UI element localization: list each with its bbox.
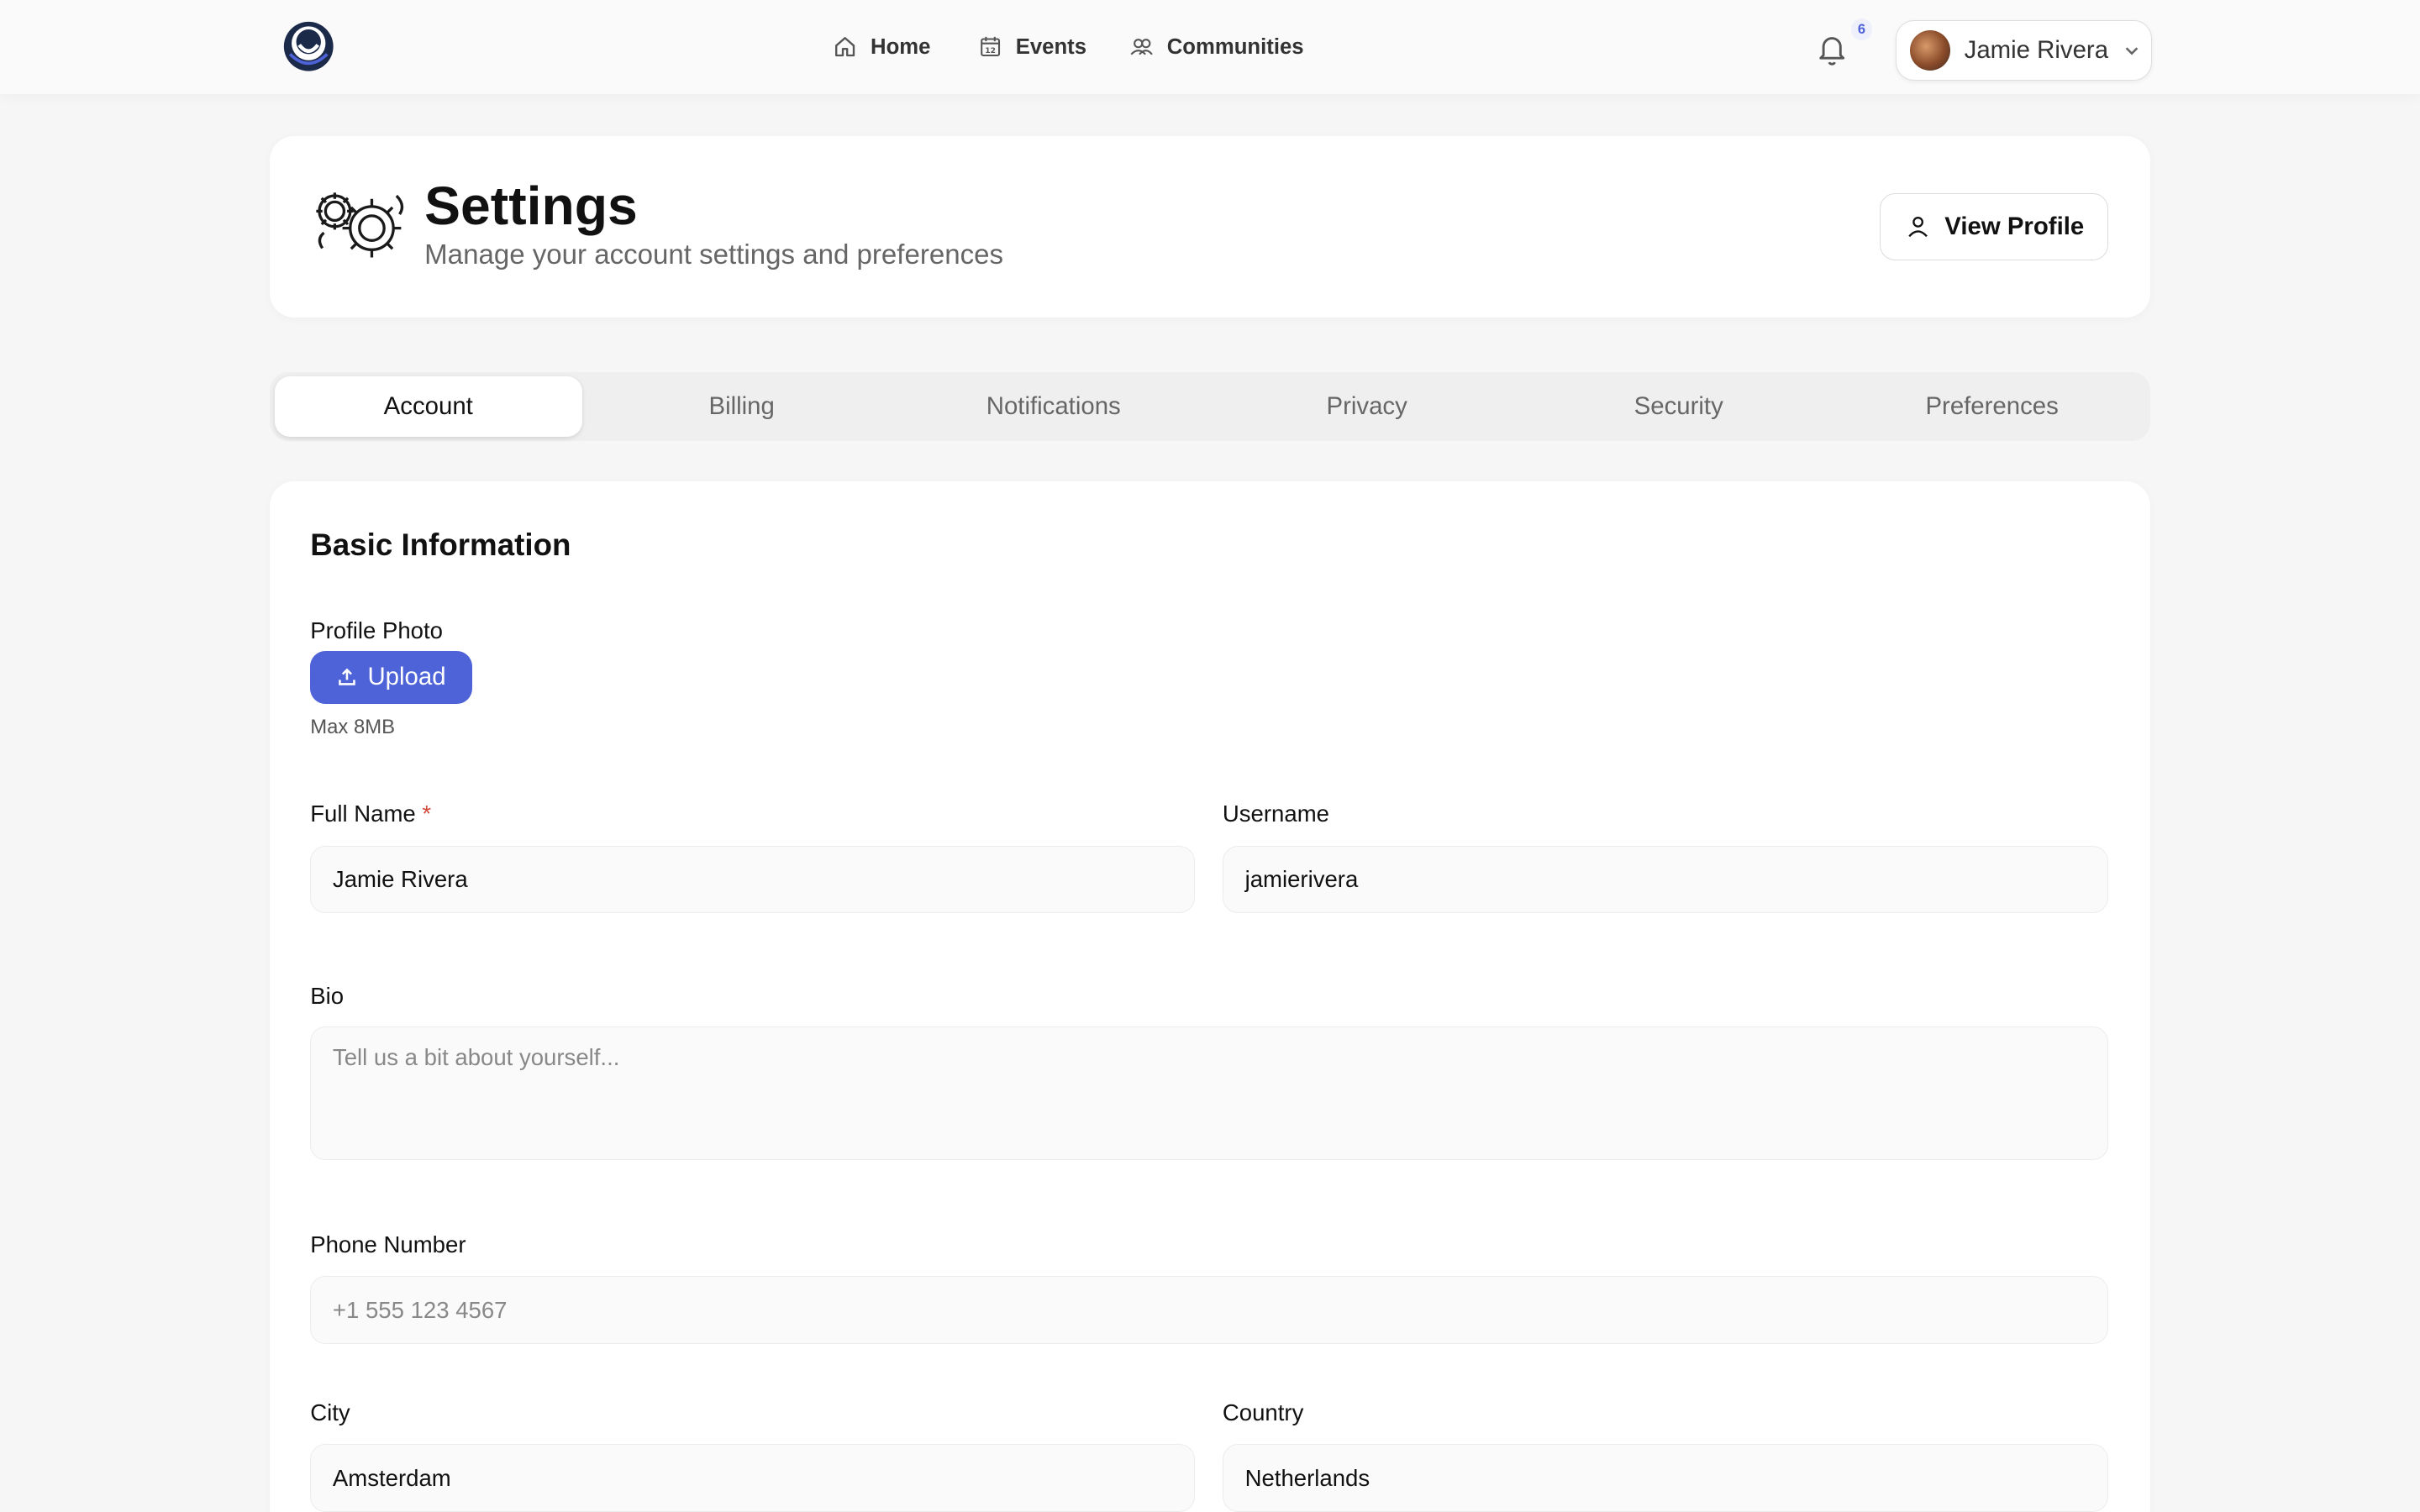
upload-hint: Max 8MB: [310, 716, 396, 739]
username-label: Username: [1222, 801, 1329, 827]
app-logo[interactable]: [282, 20, 334, 72]
nav-communities-label: Communities: [1166, 34, 1304, 59]
tab-account[interactable]: Account: [274, 376, 582, 437]
nav-home-link[interactable]: Home: [832, 0, 930, 94]
country-input[interactable]: Netherlands: [1222, 1444, 2109, 1512]
nav-home-label: Home: [871, 34, 931, 59]
upload-button[interactable]: Upload: [310, 651, 473, 704]
bio-label: Bio: [310, 983, 345, 1010]
section-title: Basic Information: [310, 528, 571, 563]
profile-photo-label: Profile Photo: [310, 617, 443, 643]
full-name-label-text: Full Name: [310, 801, 416, 827]
app-root: Home 12 Events Communities 6 Jamie River…: [0, 0, 2420, 1512]
full-name-input[interactable]: Jamie Rivera: [310, 845, 1195, 914]
basic-information-form: Basic Information Profile Photo Upload M…: [270, 481, 2150, 1512]
view-profile-label: View Profile: [1944, 213, 2085, 241]
top-navigation-bar: Home 12 Events Communities 6 Jamie River…: [0, 0, 2420, 95]
bio-textarea[interactable]: Tell us a bit about yourself...: [310, 1026, 2109, 1161]
nav-events-link[interactable]: 12 Events: [977, 0, 1086, 94]
tab-privacy[interactable]: Privacy: [1213, 376, 1521, 437]
calendar-icon: 12: [980, 37, 1000, 57]
country-label: Country: [1222, 1399, 1304, 1426]
users-icon: [1130, 39, 1153, 55]
tab-preferences[interactable]: Preferences: [1839, 376, 2146, 437]
user-menu-button[interactable]: Jamie Rivera: [1895, 19, 2152, 81]
tab-billing[interactable]: Billing: [588, 376, 896, 437]
notification-count-badge: 6: [1850, 18, 1873, 40]
chevron-down-icon: [2125, 47, 2138, 55]
city-label: City: [310, 1399, 350, 1426]
calendar-icon-number: 12: [985, 47, 996, 55]
phone-number-label: Phone Number: [310, 1231, 466, 1257]
full-name-label: Full Name *: [310, 801, 431, 827]
user-name: Jamie Rivera: [1964, 35, 2109, 64]
page-subtitle: Manage your account settings and prefere…: [424, 239, 1004, 270]
required-marker: *: [422, 801, 432, 827]
settings-tabs: Account Billing Notifications Privacy Se…: [270, 371, 2150, 442]
tab-notifications[interactable]: Notifications: [900, 376, 1207, 437]
user-icon: [1907, 217, 1928, 238]
settings-header-card: Settings Manage your account settings an…: [270, 135, 2150, 318]
upload-icon: [338, 669, 355, 686]
nav-communities-link[interactable]: Communities: [1128, 0, 1304, 94]
tab-security[interactable]: Security: [1525, 376, 1833, 437]
username-input[interactable]: jamierivera: [1222, 845, 2109, 914]
avatar: [1910, 29, 1951, 71]
view-profile-button[interactable]: View Profile: [1880, 192, 2109, 261]
notification-bell-icon[interactable]: [1815, 31, 1849, 68]
home-icon: [835, 37, 855, 57]
upload-label: Upload: [367, 663, 446, 691]
nav-events-label: Events: [1015, 34, 1087, 59]
gears-icon: [316, 192, 404, 258]
city-input[interactable]: Amsterdam: [310, 1444, 1195, 1512]
page-title: Settings: [424, 175, 638, 236]
phone-number-input[interactable]: +1 555 123 4567: [310, 1276, 2109, 1344]
